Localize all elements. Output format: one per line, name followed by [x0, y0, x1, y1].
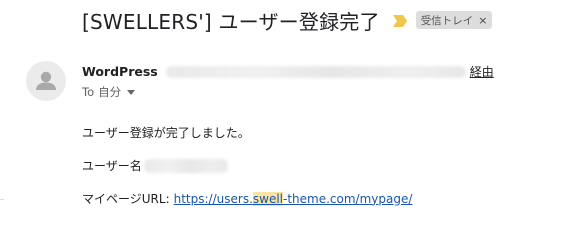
to-label: To [82, 85, 95, 99]
recipient-details-dropdown-icon[interactable] [127, 89, 136, 95]
body-message-line: ユーザー登録が完了しました。 [82, 124, 250, 141]
email-subject: [SWELLERS'] ユーザー登録完了 [82, 9, 380, 34]
importance-marker-icon[interactable] [392, 13, 408, 27]
sender-email-redacted [165, 65, 466, 78]
recipient-row: To 自分 [82, 84, 136, 100]
username-label: ユーザー名 [82, 159, 142, 173]
sender-avatar[interactable] [26, 61, 66, 101]
remove-label-close-icon[interactable]: × [478, 14, 487, 27]
via-link[interactable]: 経由 [470, 63, 494, 80]
mypage-url-link[interactable]: https://users.swell-theme.com/mypage/ [173, 191, 413, 206]
left-edge-divider [0, 199, 4, 200]
body-username-line: ユーザー名 [82, 157, 228, 174]
registration-complete-text: ユーザー登録が完了しました。 [82, 126, 250, 140]
url-part-after: -theme.com/mypage/ [283, 191, 413, 206]
inbox-label-text: 受信トレイ [420, 14, 474, 27]
sender-row: WordPress 経由 [82, 63, 494, 80]
inbox-label-chip[interactable]: 受信トレイ × [415, 11, 493, 29]
mypage-url-label: マイページURL: [82, 192, 170, 206]
person-icon [36, 71, 56, 90]
recipient-name: 自分 [98, 85, 122, 99]
email-view: [SWELLERS'] ユーザー登録完了 受信トレイ × WordPress 経… [0, 0, 588, 251]
sender-name[interactable]: WordPress [82, 64, 158, 79]
email-subject-row: [SWELLERS'] ユーザー登録完了 受信トレイ × [82, 3, 493, 37]
username-redacted [143, 158, 228, 173]
url-highlighted-term: swell [252, 191, 284, 206]
body-mypage-line: マイページURL: https://users.swell-theme.com/… [82, 190, 412, 207]
url-part-before: https://users. [173, 191, 253, 206]
